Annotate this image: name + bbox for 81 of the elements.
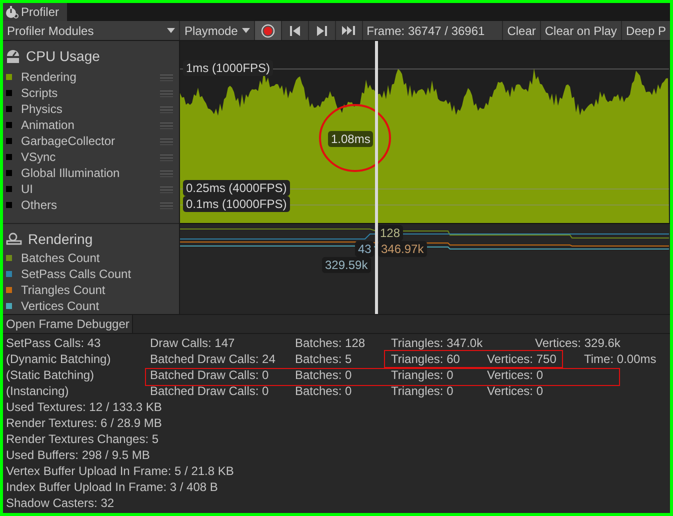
next-frame-button[interactable] — [308, 21, 335, 40]
stat-text: Triangles: 347.0k — [391, 336, 484, 350]
stat-text: Triangles: 0 — [391, 368, 454, 382]
drag-handle-icon[interactable] — [160, 106, 173, 112]
value-label: 329.59k — [322, 257, 371, 273]
stat-text: Vertices: 0 — [487, 368, 544, 382]
drag-handle-icon[interactable] — [160, 154, 173, 160]
legend-label: VSync — [21, 149, 57, 166]
stat-text: Batches: 5 — [295, 352, 353, 366]
drag-handle-icon[interactable] — [160, 90, 173, 96]
stat-text: Batches: 0 — [295, 368, 353, 382]
value-label: 346.97k — [378, 241, 427, 257]
stat-text: Vertex Buffer Upload In Frame: 5 / 21.8 KB — [6, 464, 234, 478]
toolbar-button[interactable]: Clear on Play — [540, 21, 621, 40]
stat-text: Render Textures Changes: 5 — [6, 432, 159, 446]
stopwatch-icon — [5, 5, 19, 19]
legend-label: Scripts — [21, 85, 59, 102]
stat-text: SetPass Calls: 43 — [6, 336, 102, 350]
stat-text: Batched Draw Calls: 0 — [150, 368, 270, 382]
stat-text: (Static Batching) — [6, 368, 96, 382]
legend-label: SetPass Calls Count — [21, 266, 132, 283]
stat-text: Vertices: 750 — [487, 352, 558, 366]
stat-text: Batches: 0 — [295, 384, 353, 398]
stat-text: Shadow Casters: 32 — [6, 496, 114, 510]
module-title: CPU Usage — [26, 46, 100, 66]
legend-label: Vertices Count — [21, 298, 100, 315]
stat-text: Index Buffer Upload In Frame: 3 / 408 B — [6, 480, 218, 494]
stat-text: Triangles: 0 — [391, 384, 454, 398]
stat-text: Vertices: 329.6k — [535, 336, 622, 350]
step-forward-icon — [316, 26, 327, 36]
record-icon — [260, 24, 275, 38]
value-label: 43 — [355, 241, 374, 257]
stat-text: Batched Draw Calls: 24 — [150, 352, 276, 366]
value-label: 128 — [377, 225, 404, 241]
legend-label: Physics — [21, 101, 64, 118]
open-frame-debugger-button[interactable]: Open Frame Debugger — [3, 315, 134, 333]
legend-label: Others — [21, 197, 58, 214]
stat-text: Triangles: 60 — [391, 352, 461, 366]
tab-title: Profiler — [21, 4, 60, 21]
stat-text: (Instancing) — [6, 384, 70, 398]
module-title: Rendering — [28, 230, 93, 249]
threshold-label: 0.25ms (4000FPS) — [183, 180, 290, 196]
window-tab[interactable]: Profiler — [3, 3, 67, 21]
stat-text: Vertices: 0 — [487, 384, 544, 398]
stat-text: Render Textures: 6 / 28.9 MB — [6, 416, 162, 430]
legend-label: Global Illumination — [21, 165, 121, 182]
legend-label: Triangles Count — [21, 282, 106, 299]
playmode-dropdown[interactable]: Playmode — [180, 21, 254, 40]
toolbar-button[interactable]: Clear — [503, 21, 540, 40]
previous-frame-button[interactable] — [282, 21, 308, 40]
stat-text: Batched Draw Calls: 0 — [150, 384, 270, 398]
legend-label: GarbageCollector — [21, 133, 116, 150]
stat-text: Used Textures: 12 / 133.3 KB — [6, 400, 162, 414]
drag-handle-icon[interactable] — [160, 74, 173, 80]
stat-text: (Dynamic Batching) — [6, 352, 112, 366]
stat-text: Time: 0.00ms — [584, 352, 658, 366]
caret-icon — [242, 28, 250, 33]
legend-label: Animation — [21, 117, 76, 134]
legend-label: Rendering — [21, 69, 78, 86]
caret-icon — [167, 28, 176, 33]
fast-forward-icon — [342, 26, 356, 35]
stat-text: Used Buffers: 298 / 9.5 MB — [6, 448, 150, 462]
drag-handle-icon[interactable] — [160, 138, 173, 144]
drag-handle-icon[interactable] — [160, 122, 173, 128]
frame-counter: Frame: 36747 / 36961 — [362, 21, 502, 40]
legend-label: Batches Count — [21, 250, 101, 267]
drag-handle-icon[interactable] — [160, 170, 173, 176]
toolbar-button[interactable]: Deep P — [622, 21, 670, 40]
legend-label: UI — [21, 181, 34, 198]
step-back-icon — [290, 26, 300, 36]
drag-handle-icon[interactable] — [160, 202, 173, 208]
stat-text: Batches: 128 — [295, 336, 366, 350]
modules-dropdown[interactable]: Profiler Modules — [3, 21, 180, 40]
threshold-label: 0.1ms (10000FPS) — [183, 196, 290, 212]
stat-text: Draw Calls: 147 — [150, 336, 236, 350]
drag-handle-icon[interactable] — [160, 186, 173, 192]
record-button[interactable] — [254, 21, 281, 40]
last-frame-button[interactable] — [336, 21, 362, 40]
cpu-gauge-icon — [6, 48, 20, 64]
value-label: 1.08ms — [328, 131, 374, 147]
threshold-label: 1ms (1000FPS) — [183, 60, 274, 76]
